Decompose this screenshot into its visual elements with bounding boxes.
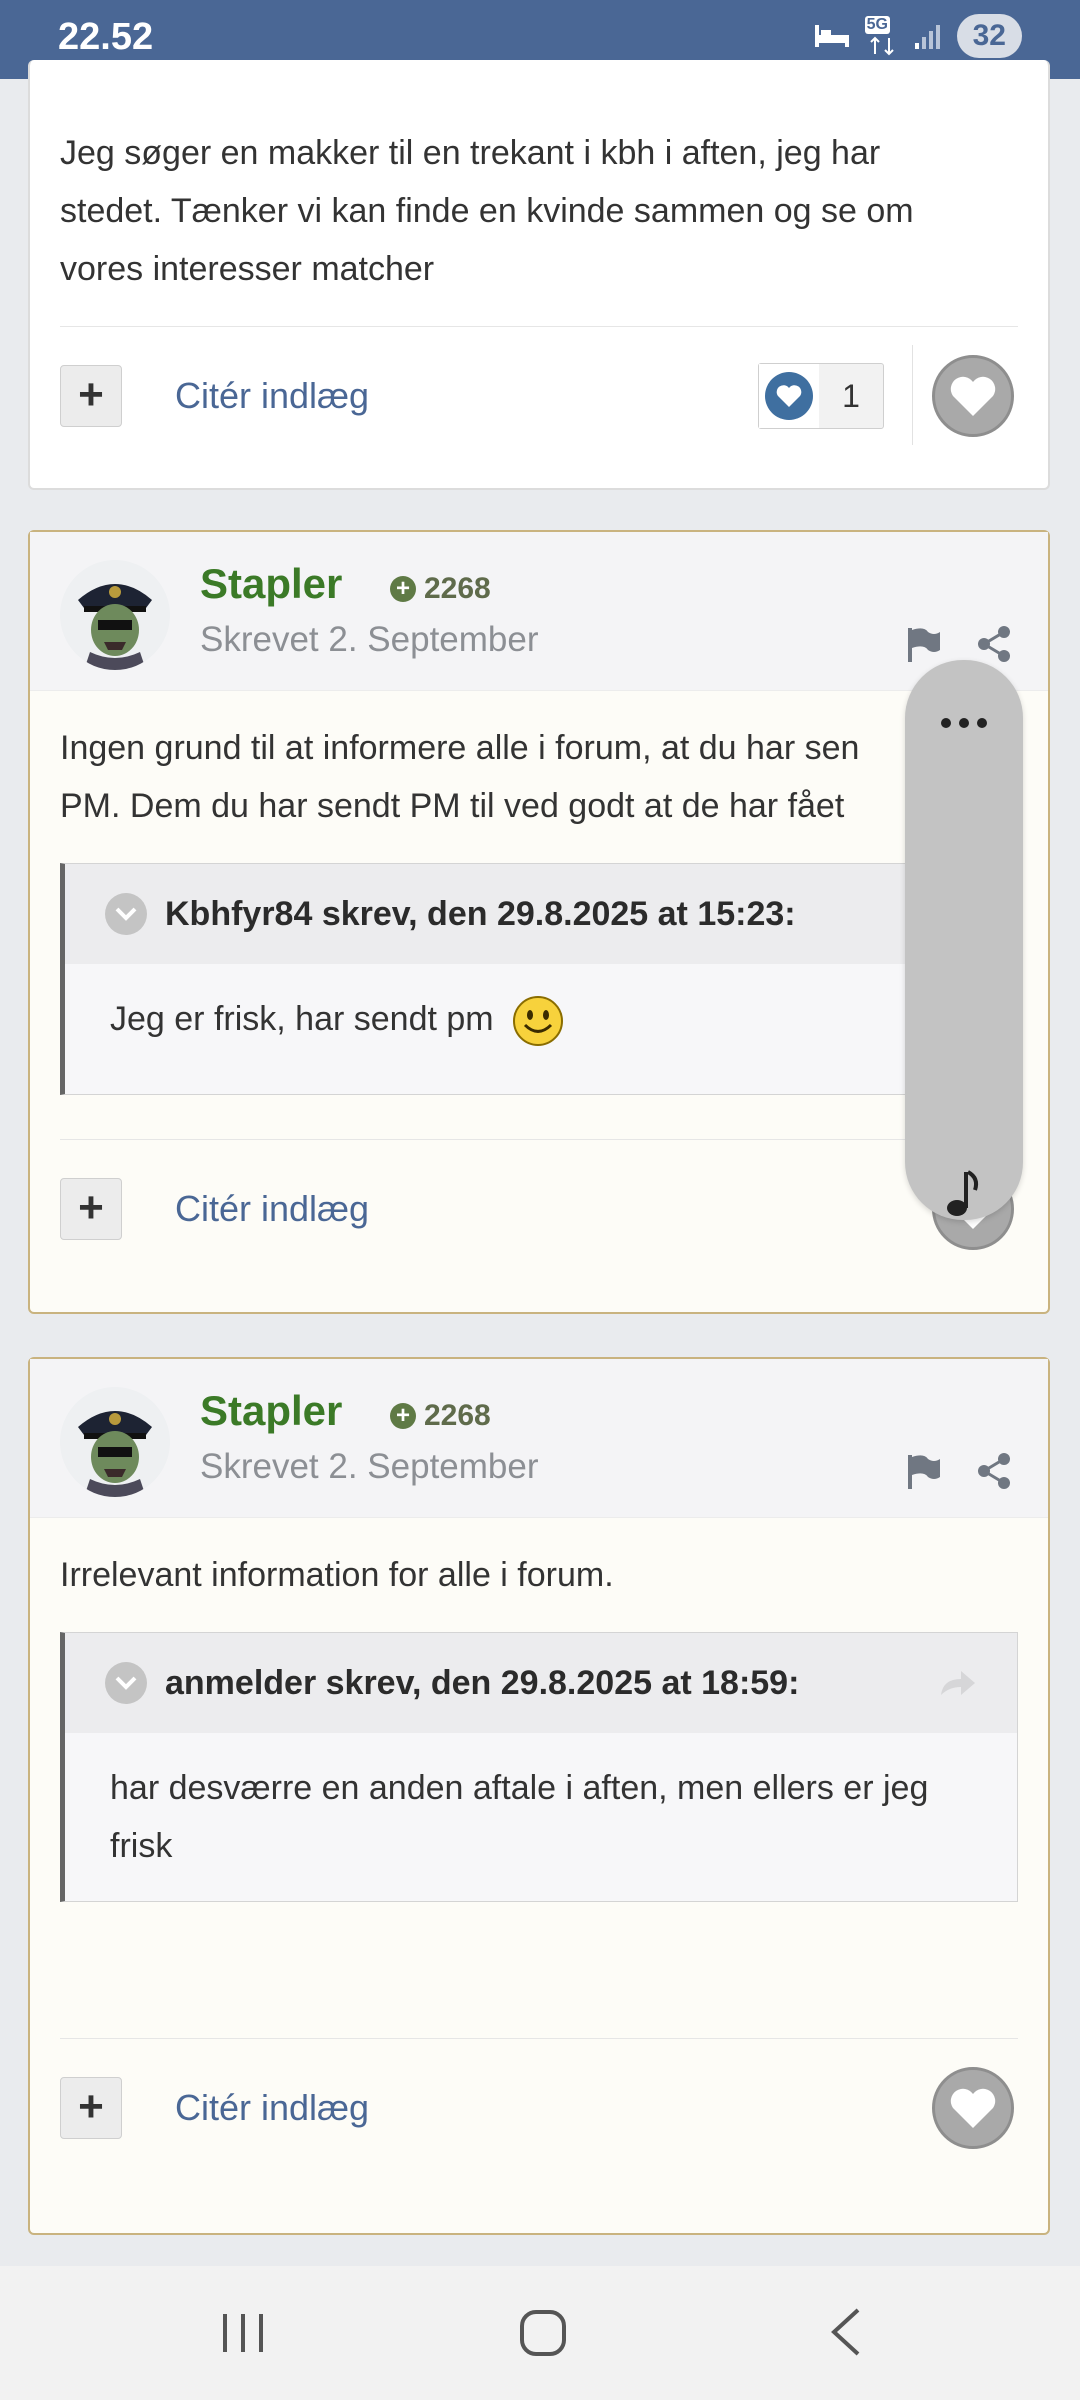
reputation-badge: + 2268: [390, 572, 491, 606]
author-name[interactable]: Stapler: [200, 1387, 342, 1435]
multiquote-button[interactable]: +: [60, 2077, 122, 2139]
smiley-icon: [513, 996, 564, 1047]
post-actions: + Citér indlæg: [30, 1140, 1048, 1280]
like-button[interactable]: [932, 355, 1014, 437]
plus-icon: +: [390, 576, 416, 602]
post-date[interactable]: Skrevet 2. September: [200, 1447, 539, 1487]
post-header: Stapler + 2268 Skrevet 2. September: [30, 532, 1048, 691]
signal-icon: [914, 25, 940, 49]
post-text-line: stedet. Tænker vi kan finde en kvinde sa…: [60, 192, 914, 230]
quote-post-link[interactable]: Citér indlæg: [175, 2087, 369, 2129]
forum-post: Jeg søger en makker til en trekant i kbh…: [28, 60, 1050, 490]
heart-icon: [950, 376, 996, 416]
chevron-down-icon[interactable]: [105, 1662, 147, 1704]
reputation-value: 2268: [424, 572, 491, 605]
network-label: 5G: [864, 16, 890, 34]
post-text-line: Irrelevant information for alle i forum.: [60, 1556, 614, 1594]
sleep-icon: [814, 25, 849, 47]
reputation-value: 2268: [424, 1399, 491, 1432]
quote-header[interactable]: anmelder skrev, den 29.8.2025 at 18:59:: [65, 1633, 1017, 1733]
quote-text: Jeg er frisk, har sendt pm: [110, 1000, 494, 1038]
back-icon[interactable]: [828, 2306, 864, 2358]
flag-icon[interactable]: [904, 1451, 944, 1491]
heart-icon: [950, 2088, 996, 2128]
quote-body: har desværre en anden aftale i aften, me…: [65, 1733, 1017, 1901]
vertical-divider: [912, 345, 913, 445]
quote-body: Jeg er frisk, har sendt pm: [65, 964, 1017, 1094]
post-actions: + Citér indlæg: [30, 2039, 1048, 2179]
quote-block: anmelder skrev, den 29.8.2025 at 18:59: …: [60, 1632, 1018, 1902]
post-body: Irrelevant information for alle i forum.: [30, 1518, 1048, 1632]
battery-indicator: 32: [956, 14, 1022, 58]
share-icon[interactable]: [974, 1451, 1014, 1491]
like-button[interactable]: [932, 2067, 1014, 2149]
multiquote-button[interactable]: +: [60, 365, 122, 427]
post-body: Jeg søger en makker til en trekant i kbh…: [30, 60, 1048, 326]
avatar[interactable]: [60, 1387, 170, 1497]
quote-text-line: frisk: [110, 1827, 173, 1865]
chevron-down-icon[interactable]: [105, 893, 147, 935]
quote-post-link[interactable]: Citér indlæg: [175, 1188, 369, 1230]
flag-icon[interactable]: [904, 624, 944, 664]
post-text-line: Ingen grund til at informere alle i foru…: [60, 729, 860, 767]
floating-side-panel[interactable]: [905, 660, 1023, 1220]
author-name[interactable]: Stapler: [200, 560, 342, 608]
post-text-line: vores interesser matcher: [60, 250, 435, 288]
network-icon: 5G: [864, 16, 899, 56]
multiquote-button[interactable]: +: [60, 1178, 122, 1240]
go-to-post-icon[interactable]: [937, 1667, 977, 1699]
post-body: Ingen grund til at informere alle i foru…: [30, 691, 1048, 863]
quote-citation: Kbhfyr84 skrev, den 29.8.2025 at 15:23:: [165, 894, 796, 933]
post-date[interactable]: Skrevet 2. September: [200, 620, 539, 660]
navigation-bar: [0, 2266, 1080, 2400]
quote-block: Kbhfyr84 skrev, den 29.8.2025 at 15:23: …: [60, 863, 1018, 1095]
heart-icon: [759, 364, 819, 428]
reaction-count-badge[interactable]: 1: [758, 363, 884, 429]
quote-citation: anmelder skrev, den 29.8.2025 at 18:59:: [165, 1663, 800, 1702]
forum-post: Stapler + 2268 Skrevet 2. September Irre…: [28, 1357, 1050, 2235]
like-count: 1: [842, 377, 860, 414]
post-text-line: PM. Dem du har sendt PM til ved godt at …: [60, 787, 845, 825]
quote-post-link[interactable]: Citér indlæg: [175, 375, 369, 417]
more-icon[interactable]: [939, 716, 989, 730]
reputation-badge: + 2268: [390, 1399, 491, 1433]
status-icons: 5G 32: [813, 14, 1022, 58]
status-time: 22.52: [58, 16, 154, 58]
share-icon[interactable]: [974, 624, 1014, 664]
quote-header[interactable]: Kbhfyr84 skrev, den 29.8.2025 at 15:23:: [65, 864, 1017, 964]
post-actions: + Citér indlæg 1: [30, 327, 1048, 467]
post-text-line: Jeg søger en makker til en trekant i kbh…: [60, 134, 881, 172]
home-icon[interactable]: [518, 2308, 568, 2358]
plus-icon: +: [390, 1403, 416, 1429]
music-note-icon[interactable]: [945, 1168, 985, 1218]
forum-post: Stapler + 2268 Skrevet 2. September Inge…: [28, 530, 1050, 1314]
quote-text-line: har desværre en anden aftale i aften, me…: [110, 1769, 929, 1807]
avatar[interactable]: [60, 560, 170, 670]
post-header: Stapler + 2268 Skrevet 2. September: [30, 1359, 1048, 1518]
recent-apps-icon[interactable]: [220, 2312, 266, 2354]
